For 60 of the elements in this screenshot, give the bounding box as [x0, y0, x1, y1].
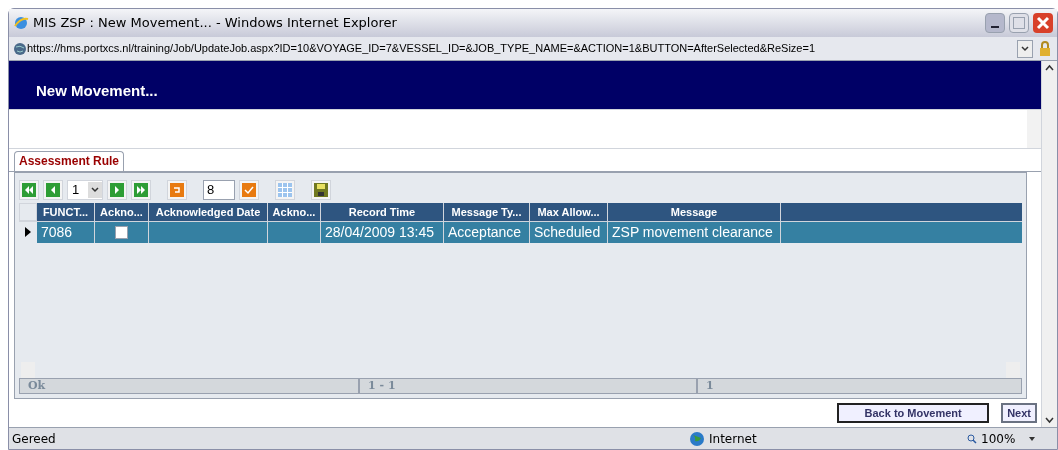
zoom-control[interactable]: 100%	[967, 429, 1057, 448]
column-header[interactable]: Ackno...	[95, 202, 149, 221]
lock-icon	[1039, 40, 1051, 57]
minimize-button[interactable]	[985, 13, 1005, 33]
page-size-field[interactable]: 8	[203, 179, 235, 200]
page-title: New Movement...	[36, 81, 158, 102]
tab[interactable]: Assessment Rule	[14, 150, 125, 171]
column-header[interactable]: FUNCT...	[37, 202, 95, 221]
browser-icon	[13, 15, 29, 31]
table-cell-text: 28/04/2009 13:45	[325, 222, 434, 242]
chevron-down-icon	[1021, 45, 1029, 52]
table-cell-text: ZSP movement clearance	[612, 222, 773, 242]
previous-page-button[interactable]	[43, 179, 63, 200]
caret-icon	[1029, 436, 1036, 441]
last-page-button[interactable]	[131, 179, 151, 200]
next-button[interactable]: Next	[1001, 403, 1037, 424]
zone-text: Internet	[709, 430, 757, 448]
column-header[interactable]: Record Time	[321, 202, 444, 221]
globe-icon	[13, 41, 27, 56]
first-page-button[interactable]	[19, 179, 39, 200]
vertical-scrollbar[interactable]	[1041, 61, 1057, 427]
checkbox[interactable]	[115, 225, 128, 239]
corner-header	[19, 202, 37, 221]
back-button[interactable]: Back to Movement	[837, 403, 990, 424]
window-title: MIS ZSP : New Movement... - Windows Internet Explorer	[33, 14, 398, 33]
close-button[interactable]	[1033, 13, 1053, 33]
save-button[interactable]	[311, 179, 331, 200]
table-cell-text: Acceptance	[448, 222, 522, 242]
refresh-icon	[170, 182, 184, 197]
next-page-button[interactable]	[107, 179, 127, 200]
caret-icon	[91, 186, 99, 193]
double-left-icon	[22, 182, 36, 197]
grid-button[interactable]	[275, 179, 295, 200]
column-header[interactable]: Message Ty...	[444, 202, 530, 221]
double-right-icon	[134, 182, 148, 197]
column-header[interactable]: Ackno...	[268, 202, 321, 221]
dropdown-button[interactable]	[1017, 39, 1033, 58]
column-header[interactable]: Max Allow...	[530, 202, 608, 221]
grid-icon	[278, 182, 292, 197]
magnifier-icon	[967, 433, 977, 444]
grid-footer-cell: 1	[697, 378, 1022, 395]
grid-footer-cell: 1 - 1	[359, 378, 697, 395]
globe-icon	[689, 430, 705, 447]
grid-footer-cell: Ok	[19, 378, 359, 395]
row-pointer-icon	[25, 227, 31, 238]
column-header[interactable]: Acknowledged Date	[149, 202, 268, 221]
text-area[interactable]	[9, 108, 1041, 149]
status-text: Gereed	[11, 430, 57, 448]
right-icon	[110, 182, 124, 197]
refresh-button[interactable]	[167, 179, 187, 200]
check-icon	[242, 182, 256, 197]
table-cell-text: 7086	[41, 222, 73, 242]
table-cell-text: Scheduled	[534, 222, 601, 242]
left-icon	[46, 182, 60, 197]
floppy-icon	[314, 182, 328, 197]
column-header[interactable]: Message	[608, 202, 781, 221]
page-select[interactable]: 1	[67, 179, 103, 200]
apply-button[interactable]	[239, 179, 259, 200]
grid-row[interactable]: 7086 28/04/2009 13:45 Acceptance Scheduled ZSP movement clearance	[19, 220, 1022, 243]
horizontal-scrollbar[interactable]	[19, 362, 1022, 379]
